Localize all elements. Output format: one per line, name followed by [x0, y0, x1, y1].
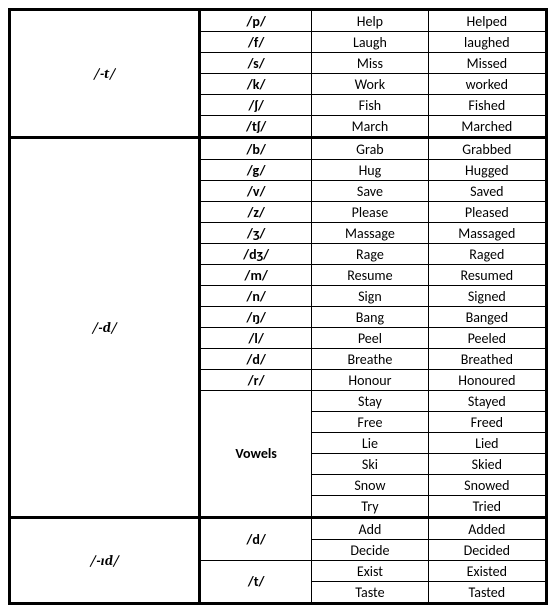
- past-cell: Resumed: [428, 265, 546, 286]
- base-cell: Massage: [312, 223, 428, 244]
- sound-cell: /p/: [200, 10, 312, 32]
- base-cell: March: [312, 116, 428, 138]
- sound-cell: /s/: [200, 53, 312, 74]
- base-cell: Hug: [312, 160, 428, 181]
- sound-cell: /m/: [200, 265, 312, 286]
- sound-cell: /d/: [200, 349, 312, 370]
- base-cell: Please: [312, 202, 428, 223]
- past-cell: Saved: [428, 181, 546, 202]
- past-cell: Signed: [428, 286, 546, 307]
- past-cell: Fished: [428, 95, 546, 116]
- base-cell: Rage: [312, 244, 428, 265]
- past-cell: Raged: [428, 244, 546, 265]
- sound-cell: /ʒ/: [200, 223, 312, 244]
- sound-cell: /ʃ/: [200, 95, 312, 116]
- sound-cell: /k/: [200, 74, 312, 95]
- base-cell: Breathe: [312, 349, 428, 370]
- vowels-label: Vowels: [200, 391, 312, 518]
- past-cell: Banged: [428, 307, 546, 328]
- base-cell: Grab: [312, 138, 428, 160]
- past-cell: Pleased: [428, 202, 546, 223]
- pronunciation-table: /-t/ /p/ Help Helped /f/ Laugh laughed /…: [8, 8, 548, 605]
- past-cell: Snowed: [428, 475, 546, 496]
- sound-cell: /d/: [200, 518, 312, 561]
- sound-cell: /dʒ/: [200, 244, 312, 265]
- base-cell: Honour: [312, 370, 428, 391]
- sound-cell: /ŋ/: [200, 307, 312, 328]
- base-cell: Help: [312, 10, 428, 32]
- base-cell: Peel: [312, 328, 428, 349]
- past-cell: Marched: [428, 116, 546, 138]
- past-cell: Tasted: [428, 582, 546, 604]
- past-cell: Stayed: [428, 391, 546, 412]
- base-cell: Resume: [312, 265, 428, 286]
- sound-cell: /tʃ/: [200, 116, 312, 138]
- base-cell: Exist: [312, 561, 428, 582]
- base-cell: Ski: [312, 454, 428, 475]
- base-cell: Add: [312, 518, 428, 540]
- table-row: /-ɪd/ /d/ Add Added: [10, 518, 547, 540]
- base-cell: Miss: [312, 53, 428, 74]
- base-cell: Snow: [312, 475, 428, 496]
- ending-t: /-t/: [10, 10, 200, 138]
- past-cell: Grabbed: [428, 138, 546, 160]
- past-cell: Breathed: [428, 349, 546, 370]
- table-row: /-t/ /p/ Help Helped: [10, 10, 547, 32]
- ending-id: /-ɪd/: [10, 518, 200, 604]
- past-cell: Honoured: [428, 370, 546, 391]
- past-cell: Hugged: [428, 160, 546, 181]
- sound-cell: /n/: [200, 286, 312, 307]
- base-cell: Work: [312, 74, 428, 95]
- base-cell: Bang: [312, 307, 428, 328]
- past-cell: Tried: [428, 496, 546, 518]
- sound-cell: /v/: [200, 181, 312, 202]
- base-cell: Save: [312, 181, 428, 202]
- ending-d: /-d/: [10, 138, 200, 518]
- past-cell: Missed: [428, 53, 546, 74]
- past-cell: Massaged: [428, 223, 546, 244]
- table-row: /-d/ /b/ Grab Grabbed: [10, 138, 547, 160]
- base-cell: Stay: [312, 391, 428, 412]
- sound-cell: /f/: [200, 32, 312, 53]
- base-cell: Laugh: [312, 32, 428, 53]
- sound-cell: /g/: [200, 160, 312, 181]
- past-cell: Existed: [428, 561, 546, 582]
- base-cell: Sign: [312, 286, 428, 307]
- past-cell: Helped: [428, 10, 546, 32]
- sound-cell: /r/: [200, 370, 312, 391]
- sound-cell: /t/: [200, 561, 312, 604]
- base-cell: Try: [312, 496, 428, 518]
- past-cell: Added: [428, 518, 546, 540]
- past-cell: Freed: [428, 412, 546, 433]
- sound-cell: /l/: [200, 328, 312, 349]
- past-cell: worked: [428, 74, 546, 95]
- base-cell: Fish: [312, 95, 428, 116]
- sound-cell: /b/: [200, 138, 312, 160]
- past-cell: Lied: [428, 433, 546, 454]
- base-cell: Taste: [312, 582, 428, 604]
- past-cell: Peeled: [428, 328, 546, 349]
- past-cell: laughed: [428, 32, 546, 53]
- sound-cell: /z/: [200, 202, 312, 223]
- base-cell: Free: [312, 412, 428, 433]
- base-cell: Lie: [312, 433, 428, 454]
- past-cell: Skied: [428, 454, 546, 475]
